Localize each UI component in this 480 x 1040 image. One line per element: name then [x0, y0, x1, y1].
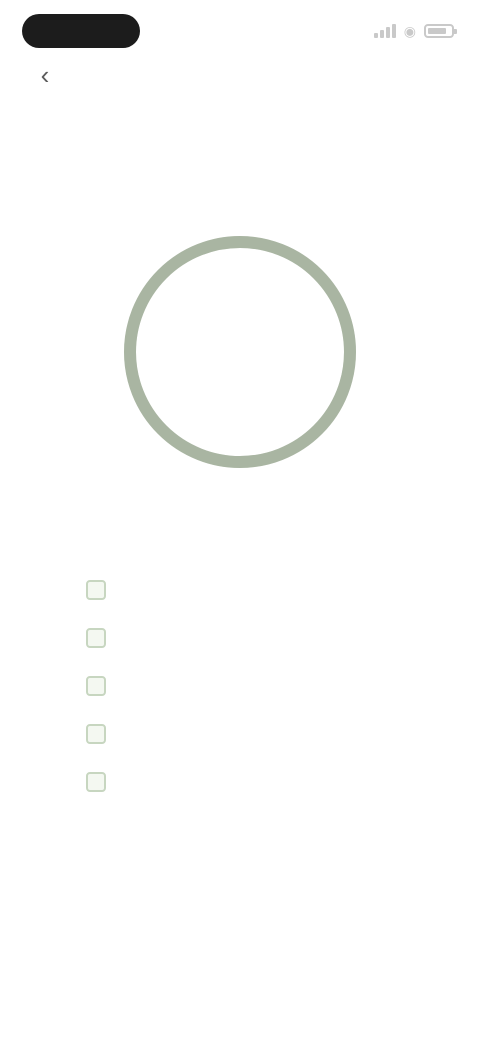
step-item[interactable]: [86, 662, 410, 710]
step-checkbox[interactable]: [86, 580, 106, 600]
status-icons: ◉: [373, 22, 457, 40]
back-button[interactable]: ‹: [28, 58, 62, 92]
step-list: [86, 566, 410, 806]
app-screen: ◉ ‹: [0, 0, 480, 1040]
timer-readout: [122, 336, 358, 368]
step-item[interactable]: [86, 710, 410, 758]
step-checkbox[interactable]: [86, 724, 106, 744]
timer-ring[interactable]: [122, 234, 358, 470]
screen-title: [100, 60, 380, 88]
wifi-icon: ◉: [403, 23, 416, 39]
step-checkbox[interactable]: [86, 676, 106, 696]
step-checkbox[interactable]: [86, 772, 106, 792]
status-bar: ◉: [22, 14, 458, 48]
step-item[interactable]: [86, 566, 410, 614]
step-checkbox[interactable]: [86, 628, 106, 648]
step-item[interactable]: [86, 758, 410, 806]
step-item[interactable]: [86, 614, 410, 662]
status-time-pill: [22, 14, 140, 48]
battery-icon: [424, 24, 457, 38]
cellular-signal-icon: [373, 24, 396, 38]
chevron-left-icon: ‹: [40, 59, 50, 90]
